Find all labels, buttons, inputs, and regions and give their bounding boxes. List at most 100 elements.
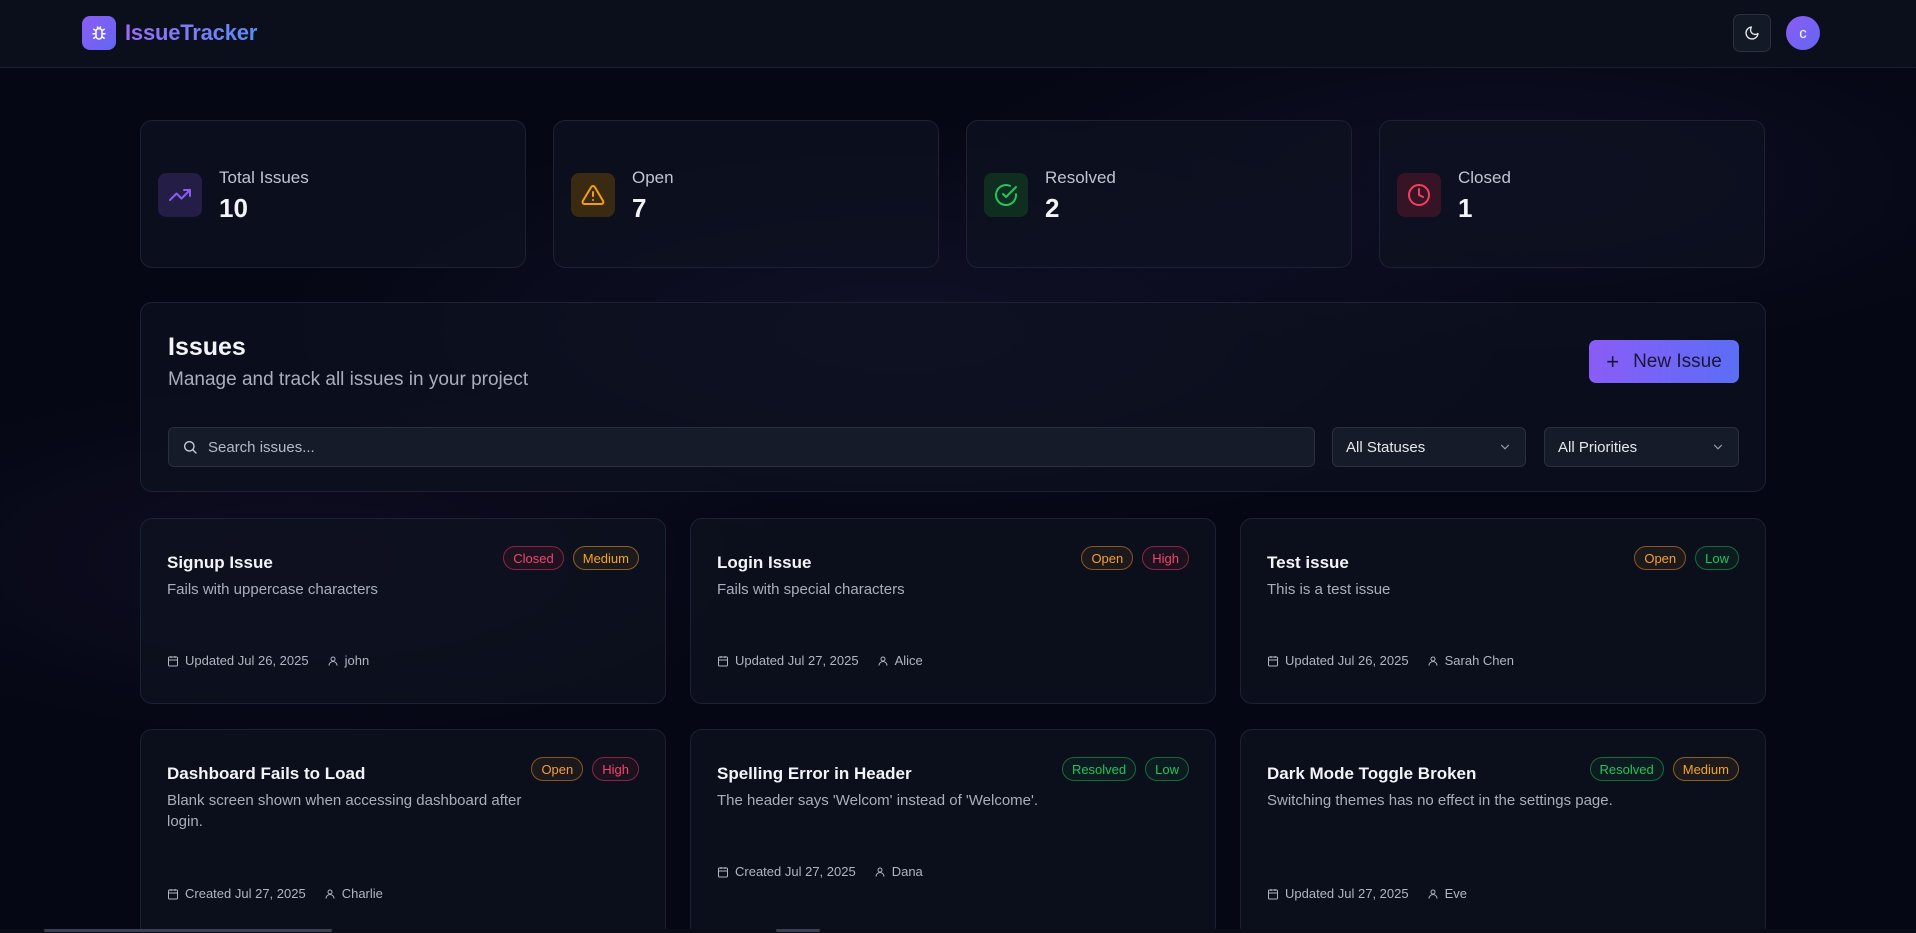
user-icon	[328, 656, 338, 666]
issue-meta: Created Jul 27, 2025 Charlie	[167, 886, 383, 901]
user-icon	[1428, 656, 1438, 666]
issue-title: Dark Mode Toggle Broken	[1267, 764, 1477, 783]
issue-card[interactable]: Signup Issue Closed Medium Fails with up…	[140, 518, 666, 704]
issue-user: Sarah Chen	[1444, 653, 1514, 668]
issue-user: Dana	[891, 864, 923, 879]
check-circle-icon	[984, 173, 1028, 217]
priority-badge: Medium	[1672, 757, 1739, 781]
issue-badges: Resolved Low	[1061, 757, 1189, 781]
issue-title: Dashboard Fails to Load	[167, 764, 366, 783]
user-icon	[878, 656, 888, 666]
issue-date: Updated Jul 26, 2025	[1285, 653, 1409, 668]
issue-description: Blank screen shown when accessing dashbo…	[167, 792, 522, 830]
top-nav: IssueTracker c	[0, 0, 1916, 68]
calendar-icon	[718, 655, 728, 666]
status-badge: Open	[531, 757, 584, 781]
issue-meta: Created Jul 27, 2025 Dana	[717, 864, 923, 879]
page-subtitle: Manage and track all issues in your proj…	[168, 369, 529, 390]
app-logo[interactable]: IssueTracker	[82, 16, 257, 50]
stat-card-total: Total Issues 10	[140, 120, 526, 268]
issue-badges: Open High	[531, 757, 639, 781]
status-badge: Open	[1081, 546, 1134, 570]
issue-user: Eve	[1444, 886, 1468, 901]
issue-description: Switching themes has no effect in the se…	[1267, 792, 1613, 809]
alert-triangle-icon	[571, 173, 615, 217]
issue-title: Login Issue	[717, 553, 812, 572]
issues-panel: Issues Manage and track all issues in yo…	[140, 302, 1766, 492]
calendar-icon	[718, 866, 728, 877]
status-badge: Resolved	[1589, 757, 1664, 781]
issue-meta: Updated Jul 27, 2025 Eve	[1267, 886, 1467, 901]
issue-title: Signup Issue	[167, 553, 273, 572]
scrollbar-thumb[interactable]	[44, 929, 332, 932]
search-icon	[184, 441, 197, 454]
stat-value: 10	[219, 193, 248, 223]
new-issue-button[interactable]: + New Issue	[1589, 340, 1739, 383]
issue-meta: Updated Jul 26, 2025 Sarah Chen	[1267, 653, 1514, 668]
issue-description: This is a test issue	[1267, 581, 1391, 598]
app-title: IssueTracker	[125, 20, 258, 45]
user-icon	[325, 889, 335, 899]
moon-icon	[1745, 26, 1759, 40]
issue-title: Test issue	[1267, 553, 1349, 572]
issue-date: Updated Jul 26, 2025	[185, 653, 309, 668]
calendar-icon	[1268, 655, 1278, 666]
priority-badge: Medium	[572, 546, 639, 570]
user-icon	[1428, 889, 1438, 899]
trending-up-icon	[158, 173, 202, 217]
issue-meta: Updated Jul 26, 2025 john	[167, 653, 369, 668]
stat-label: Resolved	[1045, 168, 1116, 187]
stat-label: Total Issues	[219, 168, 309, 187]
issue-card[interactable]: Spelling Error in Header Resolved Low Th…	[690, 729, 1216, 933]
chevron-down-icon	[1500, 444, 1510, 450]
status-filter-value: All Statuses	[1346, 438, 1426, 456]
issue-description: Fails with special characters	[717, 581, 905, 598]
issue-card[interactable]: Test issue Open Low This is a test issue…	[1240, 518, 1766, 704]
status-badge: Closed	[503, 546, 564, 570]
issue-title: Spelling Error in Header	[717, 764, 912, 783]
issue-date: Updated Jul 27, 2025	[1285, 886, 1409, 901]
issue-badges: Open Low	[1634, 546, 1739, 570]
calendar-icon	[168, 655, 178, 666]
issue-user: john	[344, 653, 370, 668]
priority-badge: High	[592, 757, 639, 781]
stat-card-closed: Closed 1	[1379, 120, 1765, 268]
status-filter-select[interactable]: All Statuses	[1332, 427, 1526, 467]
issue-description: Fails with uppercase characters	[167, 581, 378, 598]
stat-label: Closed	[1458, 168, 1511, 187]
bug-icon	[82, 16, 116, 50]
stat-label: Open	[632, 168, 674, 187]
priority-badge: High	[1142, 546, 1189, 570]
issue-date: Updated Jul 27, 2025	[735, 653, 859, 668]
stat-value: 1	[1458, 193, 1473, 223]
issue-card[interactable]: Login Issue Open High Fails with special…	[690, 518, 1216, 704]
priority-filter-value: All Priorities	[1558, 438, 1638, 456]
stat-value: 7	[632, 193, 647, 223]
issue-date: Created Jul 27, 2025	[735, 864, 856, 879]
calendar-icon	[168, 888, 178, 899]
issue-description: The header says 'Welcom' instead of 'Wel…	[717, 792, 1039, 809]
new-issue-label: New Issue	[1633, 350, 1722, 372]
search-box[interactable]	[168, 427, 1315, 467]
calendar-icon	[1268, 888, 1278, 899]
priority-badge: Low	[1145, 757, 1189, 781]
user-avatar[interactable]: c	[1786, 16, 1820, 50]
chevron-down-icon	[1713, 444, 1723, 450]
issue-card[interactable]: Dark Mode Toggle Broken Resolved Medium …	[1240, 729, 1766, 933]
issue-badges: Open High	[1081, 546, 1189, 570]
issue-badges: Closed Medium	[503, 546, 639, 570]
issue-date: Created Jul 27, 2025	[185, 886, 306, 901]
plus-icon: +	[1606, 348, 1620, 374]
clock-icon	[1397, 173, 1441, 217]
issue-card[interactable]: Dashboard Fails to Load Open High Blank …	[140, 729, 666, 933]
theme-toggle-button[interactable]	[1733, 14, 1771, 52]
stat-value: 2	[1045, 193, 1060, 223]
priority-filter-select[interactable]: All Priorities	[1544, 427, 1739, 467]
search-input[interactable]	[208, 438, 1298, 456]
status-badge: Resolved	[1061, 757, 1137, 781]
issue-meta: Updated Jul 27, 2025 Alice	[717, 653, 923, 668]
issue-user: Alice	[894, 653, 923, 668]
scrollbar-thumb[interactable]	[776, 929, 820, 932]
stat-card-open: Open 7	[553, 120, 939, 268]
status-badge: Open	[1634, 546, 1687, 570]
